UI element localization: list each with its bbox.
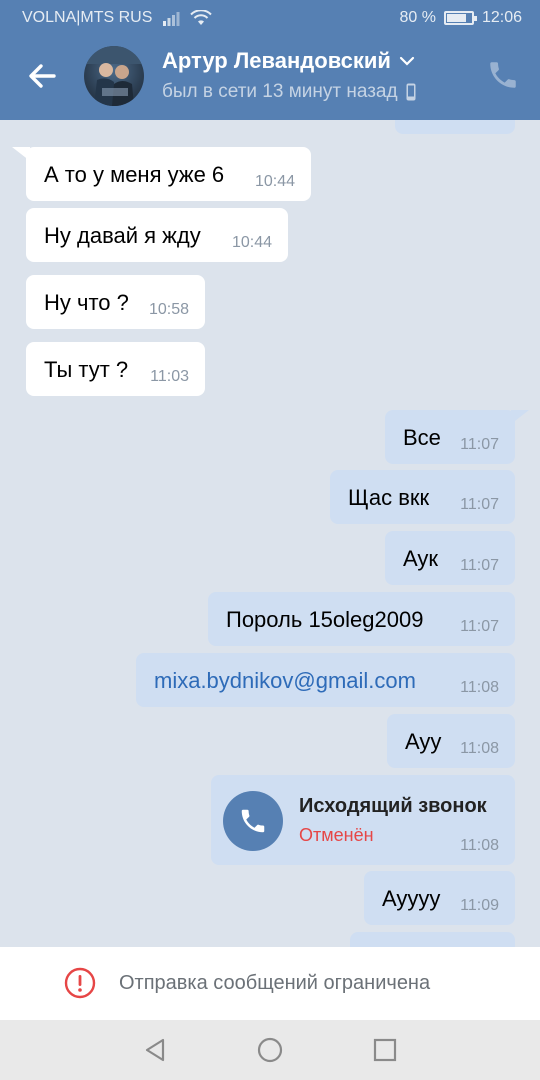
message-text: Ну давай я жду — [44, 223, 201, 248]
message-bubble-incoming[interactable]: Ты тут ? 11:03 — [26, 342, 205, 396]
message-text: Ну что ? — [44, 290, 129, 315]
nav-back-icon[interactable] — [141, 1036, 169, 1064]
avatar-photo — [84, 46, 144, 106]
messaging-restricted-banner: Отправка сообщений ограничена — [0, 947, 540, 1020]
back-arrow-icon[interactable] — [24, 58, 60, 94]
message-text: А то у меня уже 6 — [44, 162, 225, 187]
last-seen-status: был в сети 13 минут назад — [162, 81, 416, 103]
status-bar: VOLNA|MTS RUS 80 % 12:06 — [0, 0, 540, 36]
last-seen-label: был в сети 13 минут назад — [162, 81, 398, 102]
avatar[interactable] — [84, 46, 144, 106]
message-bubble-outgoing[interactable]: Пороль 15oleg2009 11:07 — [208, 592, 515, 646]
contact-name[interactable]: Артур Левандовский — [162, 48, 415, 74]
message-time: 10:44 — [254, 173, 295, 190]
bubble-tail — [511, 410, 529, 424]
carrier-label: VOLNA|MTS RUS — [22, 9, 153, 26]
contact-name-label: Артур Левандовский — [162, 48, 391, 73]
message-bubble-outgoing[interactable]: mixa.bydnikov@gmail.com 11:08 — [136, 653, 515, 707]
call-button[interactable] — [223, 791, 283, 851]
nav-recents-icon[interactable] — [371, 1036, 399, 1064]
message-text: Щас вкк — [348, 485, 430, 510]
message-time: 11:07 — [460, 557, 499, 574]
battery-icon — [443, 11, 477, 25]
message-time: 11:08 — [460, 679, 499, 696]
message-time: 11:08 — [460, 837, 499, 854]
clock: 12:06 — [481, 9, 522, 26]
message-list[interactable]: А то у меня уже 6 10:44 Ну давай я жду 1… — [0, 120, 540, 947]
app-header: VOLNA|MTS RUS 80 % 12:06 Артур Левандовс… — [0, 0, 540, 120]
restriction-text: Отправка сообщений ограничена — [119, 972, 431, 994]
message-time: 11:07 — [460, 436, 499, 453]
mobile-device-icon — [406, 83, 416, 101]
chat-toolbar: Артур Левандовский был в сети 13 минут н… — [0, 36, 540, 120]
message-bubble-outgoing[interactable]: Ауууу 11:09 — [364, 871, 515, 925]
message-time: 11:03 — [150, 368, 189, 385]
signal-icon — [163, 12, 180, 26]
phone-icon — [241, 809, 265, 833]
chevron-down-icon — [399, 56, 415, 66]
message-bubble-outgoing[interactable]: Ауу 11:08 — [387, 714, 515, 768]
call-message-bubble[interactable]: Исходящий звонок Отменён 11:08 — [211, 775, 515, 865]
phone-icon[interactable] — [486, 58, 520, 92]
email-link[interactable]: mixa.bydnikov@gmail.com — [154, 668, 416, 694]
message-time: 11:08 — [460, 740, 499, 757]
message-time: 10:44 — [231, 234, 272, 251]
message-text: Все — [403, 425, 441, 450]
battery-percent: 80 % — [399, 9, 436, 26]
message-bubble-incoming[interactable]: Ну давай я жду 10:44 — [26, 208, 288, 262]
bubble-tail — [12, 147, 30, 161]
message-time: 11:07 — [460, 618, 499, 635]
message-time: 10:58 — [148, 301, 189, 318]
message-text: Аук — [403, 546, 439, 571]
alert-circle-icon — [64, 967, 96, 999]
nav-home-icon[interactable] — [256, 1036, 284, 1064]
message-bubble-partial[interactable] — [350, 932, 515, 947]
message-text: Ауууу — [382, 886, 441, 911]
message-bubble-outgoing[interactable]: Все 11:07 — [385, 410, 529, 464]
message-text: Ты тут ? — [44, 357, 129, 382]
message-bubble-outgoing[interactable]: Щас вкк 11:07 — [330, 470, 515, 524]
message-bubble-partial[interactable] — [395, 120, 515, 134]
wifi-icon — [190, 10, 213, 25]
call-title: Исходящий звонок — [299, 795, 487, 817]
message-bubble-outgoing[interactable]: Аук 11:07 — [385, 531, 515, 585]
message-time: 11:07 — [460, 496, 499, 513]
message-time: 11:09 — [460, 897, 499, 914]
message-bubble-incoming[interactable]: Ну что ? 10:58 — [26, 275, 205, 329]
message-text: Ауу — [405, 729, 442, 754]
call-status: Отменён — [299, 825, 374, 845]
system-navigation-bar — [0, 1020, 540, 1080]
message-text: Пороль 15oleg2009 — [226, 607, 424, 632]
message-bubble-incoming[interactable]: А то у меня уже 6 10:44 — [12, 147, 311, 201]
